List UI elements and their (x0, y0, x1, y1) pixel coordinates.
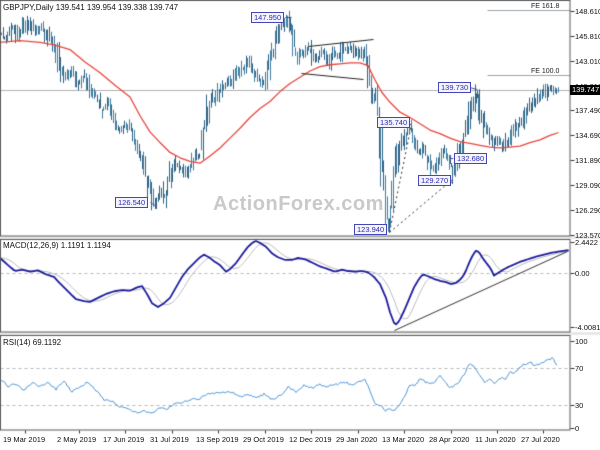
date-axis-label: 27 Jul 2020 (521, 435, 560, 444)
macd-axis-label: -4.0081 (575, 323, 600, 332)
rsi-title: RSI(14) 69.1192 (3, 338, 62, 347)
price-callout: 123.940 (354, 224, 388, 235)
current-price-tag: 139.747 (570, 85, 600, 95)
price-callout: 132.680 (454, 153, 488, 164)
price-chart-canvas[interactable] (0, 0, 600, 450)
price-axis-label: 129.090 (575, 181, 600, 190)
price-callout: 126.540 (115, 197, 149, 208)
price-callout: 139.730 (438, 82, 472, 93)
date-axis-label: 2 May 2019 (57, 435, 97, 444)
price-axis-label: 145.810 (575, 32, 600, 41)
date-axis-label: 11 Jun 2020 (475, 435, 516, 444)
macd-axis-label: 2.4422 (575, 238, 598, 247)
date-axis-label: 13 Mar 2020 (382, 435, 425, 444)
price-callout: 129.270 (418, 175, 452, 186)
price-callout: 135.740 (377, 117, 411, 128)
chart-title: GBPJPY,Daily 139.541 139.954 139.338 139… (3, 3, 179, 12)
price-axis-label: 143.010 (575, 57, 600, 66)
macd-axis-label: 0.00 (575, 269, 590, 278)
date-axis-label: 19 Mar 2019 (3, 435, 46, 444)
price-axis-label: 131.890 (575, 156, 600, 165)
date-axis-label: 28 Apr 2020 (429, 435, 470, 444)
rsi-axis-label: 70 (575, 364, 584, 373)
date-axis-label: 31 Jul 2019 (150, 435, 189, 444)
watermark: ActionForex.com (213, 193, 384, 215)
date-axis-label: 17 Jun 2019 (103, 435, 145, 444)
price-callout: 147.950 (251, 12, 285, 23)
date-axis-label: 13 Sep 2019 (196, 435, 239, 444)
fib-projection-label: FE 161.8 (531, 3, 560, 10)
price-axis-label: 126.290 (575, 206, 600, 215)
rsi-axis-label: 0 (575, 424, 580, 433)
rsi-axis-label: 30 (575, 401, 584, 410)
price-axis-label: 148.610 (575, 7, 600, 16)
chart-window: { "header": { "title": "GBPJPY,Daily 139… (0, 0, 600, 450)
date-axis-label: 29 Jan 2020 (336, 435, 378, 444)
date-axis-label: 29 Oct 2019 (243, 435, 284, 444)
date-axis-label: 12 Dec 2019 (289, 435, 332, 444)
rsi-axis-label: 100 (575, 337, 588, 346)
price-axis-label: 137.490 (575, 106, 600, 115)
macd-title: MACD(12,26,9) 1.1191 1.1194 (3, 241, 111, 250)
fib-projection-label: FE 100.0 (531, 68, 560, 75)
price-axis-label: 134.690 (575, 131, 600, 140)
